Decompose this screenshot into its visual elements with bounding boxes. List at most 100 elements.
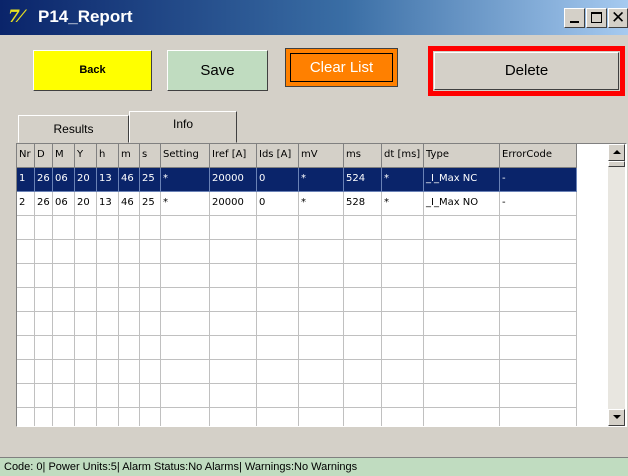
maximize-button[interactable] bbox=[586, 8, 607, 28]
table-cell bbox=[75, 288, 97, 312]
table-cell bbox=[344, 216, 382, 240]
table-cell bbox=[161, 240, 210, 264]
table-cell: 528 bbox=[344, 192, 382, 216]
column-header[interactable]: D bbox=[35, 144, 53, 168]
table-cell bbox=[299, 288, 344, 312]
results-grid[interactable]: Nr D M Yh m s Setting Iref [A] Ids [A] mV ms dt [ms… bbox=[16, 143, 627, 427]
vertical-scrollbar[interactable] bbox=[608, 144, 625, 426]
table-cell bbox=[210, 336, 257, 360]
back-button[interactable]: Back bbox=[33, 50, 152, 91]
column-header[interactable]: dt [ms] bbox=[382, 144, 424, 168]
close-button[interactable]: ✕ bbox=[608, 8, 628, 28]
table-cell bbox=[344, 384, 382, 408]
table-cell bbox=[35, 216, 53, 240]
table-cell bbox=[344, 312, 382, 336]
minimize-icon bbox=[570, 21, 579, 23]
table-cell bbox=[119, 288, 140, 312]
column-header[interactable]: mV bbox=[299, 144, 344, 168]
clear-list-button[interactable]: Clear List bbox=[285, 48, 398, 87]
save-button[interactable]: Save bbox=[167, 50, 268, 91]
column-header[interactable]: ms bbox=[344, 144, 382, 168]
close-icon: ✕ bbox=[611, 8, 626, 28]
table-cell: 524 bbox=[344, 168, 382, 192]
table-cell bbox=[500, 288, 577, 312]
column-header[interactable]: Ids [A] bbox=[257, 144, 299, 168]
table-cell bbox=[382, 216, 424, 240]
table-cell bbox=[257, 288, 299, 312]
table-cell bbox=[97, 336, 119, 360]
table-row[interactable]: 1 26 06 20 13 46 25 * 20000 0 * 524 * _I_Max NC - bbox=[17, 168, 577, 192]
column-header[interactable]: h bbox=[97, 144, 119, 168]
table-cell bbox=[119, 240, 140, 264]
column-header[interactable]: Type bbox=[424, 144, 500, 168]
column-header[interactable]: M bbox=[53, 144, 75, 168]
table-cell bbox=[257, 216, 299, 240]
table-cell: 26 bbox=[35, 168, 53, 192]
tab-info[interactable]: Info bbox=[129, 111, 237, 143]
table-cell bbox=[344, 240, 382, 264]
table-cell bbox=[17, 216, 35, 240]
table-cell bbox=[382, 288, 424, 312]
table-cell bbox=[97, 216, 119, 240]
table-cell bbox=[17, 312, 35, 336]
table-cell bbox=[75, 240, 97, 264]
table-cell: - bbox=[500, 192, 577, 216]
table-cell bbox=[210, 216, 257, 240]
scroll-down-button[interactable] bbox=[608, 409, 625, 426]
column-header[interactable]: Nr bbox=[17, 144, 35, 168]
column-header[interactable]: ErrorCode bbox=[500, 144, 577, 168]
arrow-up-icon bbox=[613, 150, 621, 154]
table-cell: 25 bbox=[140, 192, 161, 216]
table-cell bbox=[35, 312, 53, 336]
table-cell bbox=[140, 408, 161, 426]
tab-results[interactable]: Results bbox=[18, 115, 129, 143]
empty-table-row[interactable] bbox=[17, 312, 577, 336]
table-cell bbox=[210, 360, 257, 384]
empty-table-row[interactable] bbox=[17, 216, 577, 240]
minimize-button[interactable] bbox=[564, 8, 585, 28]
table-cell bbox=[119, 384, 140, 408]
table-cell bbox=[53, 288, 75, 312]
table-cell bbox=[210, 240, 257, 264]
maximize-icon bbox=[591, 12, 602, 23]
delete-button[interactable]: Delete bbox=[434, 52, 619, 90]
table-row[interactable]: 2 26 06 20 13 46 25 * 20000 0 * 528 * _I_Max NO - bbox=[17, 192, 577, 216]
column-header[interactable]: m bbox=[119, 144, 140, 168]
arrow-down-icon bbox=[613, 415, 621, 419]
column-header[interactable]: s bbox=[140, 144, 161, 168]
table-cell bbox=[344, 288, 382, 312]
table-cell bbox=[53, 264, 75, 288]
empty-table-row[interactable] bbox=[17, 288, 577, 312]
table-cell: 20 bbox=[75, 192, 97, 216]
table-cell bbox=[17, 240, 35, 264]
table-cell bbox=[382, 240, 424, 264]
empty-table-row[interactable] bbox=[17, 264, 577, 288]
table-cell bbox=[210, 288, 257, 312]
empty-table-row[interactable] bbox=[17, 240, 577, 264]
table-cell bbox=[257, 384, 299, 408]
table-cell bbox=[119, 216, 140, 240]
scroll-up-button[interactable] bbox=[608, 144, 625, 161]
scroll-thumb[interactable] bbox=[608, 161, 625, 167]
table-cell bbox=[210, 408, 257, 426]
empty-table-row[interactable] bbox=[17, 360, 577, 384]
table-cell bbox=[424, 288, 500, 312]
title-bar[interactable]: 7⁄ P14_Report ✕ bbox=[0, 0, 628, 35]
table-cell: 06 bbox=[53, 168, 75, 192]
table-cell bbox=[299, 384, 344, 408]
empty-table-row[interactable] bbox=[17, 408, 577, 426]
table-cell bbox=[119, 408, 140, 426]
column-header[interactable]: Iref [A] bbox=[210, 144, 257, 168]
table-cell: 13 bbox=[97, 192, 119, 216]
table-cell bbox=[35, 408, 53, 426]
app-icon[interactable]: 7⁄ bbox=[8, 7, 28, 27]
empty-table-row[interactable] bbox=[17, 384, 577, 408]
status-bar: Code: 0| Power Units:5| Alarm Status:No … bbox=[0, 457, 628, 476]
empty-table-row[interactable] bbox=[17, 336, 577, 360]
column-header[interactable]: Y bbox=[75, 144, 97, 168]
table-cell bbox=[257, 240, 299, 264]
column-header[interactable]: Setting bbox=[161, 144, 210, 168]
table-cell bbox=[424, 312, 500, 336]
table-cell bbox=[53, 384, 75, 408]
table-cell bbox=[35, 264, 53, 288]
